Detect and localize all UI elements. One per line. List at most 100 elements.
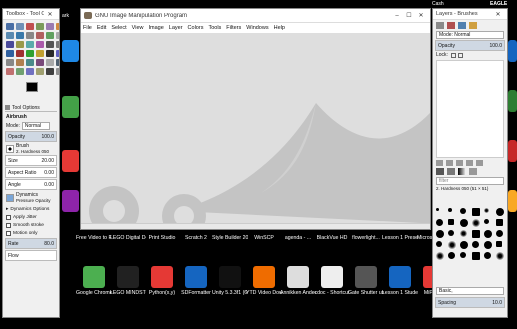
minimize-button[interactable]: – — [391, 13, 403, 19]
desktop-icon[interactable] — [508, 90, 517, 112]
opacity-slider[interactable]: Opacity 100.0 — [5, 131, 57, 142]
brush-swatch[interactable] — [460, 208, 466, 214]
brush-preview-icon[interactable] — [6, 144, 14, 153]
brush-swatch[interactable] — [436, 219, 443, 226]
brush-filter-input[interactable]: filter — [436, 177, 504, 185]
menu-file[interactable]: File — [83, 25, 92, 31]
tool-icon[interactable] — [26, 41, 34, 48]
tool-icon[interactable] — [36, 32, 44, 39]
tool-icon[interactable] — [16, 50, 24, 57]
delete-layer-icon[interactable] — [476, 160, 483, 166]
brush-swatch[interactable] — [448, 208, 452, 212]
brush-preset-select[interactable]: Basic, — [436, 287, 504, 295]
brush-swatch[interactable] — [448, 252, 455, 259]
brush-swatch[interactable] — [460, 241, 468, 249]
menu-layer[interactable]: Layer — [169, 25, 183, 31]
desktop-icon[interactable]: cdoc - Shortcut — [314, 266, 350, 308]
lock-alpha-icon[interactable] — [457, 52, 463, 58]
brush-swatch[interactable] — [472, 208, 480, 216]
desktop-icon[interactable] — [62, 40, 79, 62]
layer-opacity-slider[interactable]: Opacity 100.0 — [435, 40, 505, 51]
desktop-icon[interactable]: Python(x,y) — [144, 266, 180, 308]
brush-swatch[interactable] — [460, 230, 467, 237]
brush-swatch[interactable] — [484, 230, 492, 238]
desktop-top-label[interactable]: Cash — [432, 1, 444, 7]
desktop-icon[interactable]: Scratch 2 — [178, 233, 214, 253]
flow-slider[interactable]: Flow — [5, 250, 57, 261]
menu-edit[interactable]: Edit — [97, 25, 106, 31]
tool-icon[interactable] — [6, 50, 14, 57]
brush-swatch[interactable] — [496, 230, 503, 237]
brush-swatch[interactable] — [472, 219, 480, 227]
desktop-icon[interactable]: LEGO Digital Designer — [110, 233, 146, 253]
tool-icon[interactable] — [16, 59, 24, 66]
desktop-icon[interactable]: flowerlight... — [348, 233, 384, 253]
menu-select[interactable]: Select — [111, 25, 126, 31]
close-button[interactable]: ✕ — [415, 12, 427, 19]
tool-icon[interactable] — [46, 41, 54, 48]
desktop-icon[interactable] — [62, 96, 79, 118]
brush-swatch[interactable] — [484, 241, 492, 249]
raise-layer-icon[interactable] — [446, 160, 453, 166]
tool-icon[interactable] — [26, 59, 34, 66]
dynamics-icon[interactable] — [6, 193, 14, 202]
desktop-icon[interactable] — [508, 140, 517, 162]
tool-icon[interactable] — [56, 41, 59, 48]
tool-icon[interactable] — [26, 50, 34, 57]
desktop-icon[interactable]: Unity 5.3.3f1 (64-bit) — [212, 266, 248, 308]
layers-tab-icon[interactable] — [436, 22, 444, 29]
desktop-icon[interactable]: BlackVue HD — [314, 233, 350, 253]
brush-swatch[interactable] — [448, 219, 454, 225]
dynamics-options-expander[interactable]: ▸ Dynamics Options — [6, 205, 56, 213]
tool-icon[interactable] — [36, 68, 44, 75]
desktop-icon[interactable] — [508, 40, 517, 62]
desktop-icon[interactable]: Print Studio — [144, 233, 180, 253]
desktop-icon[interactable] — [62, 150, 79, 172]
motion-only-checkbox[interactable]: Motion only — [6, 229, 56, 237]
new-layer-icon[interactable] — [436, 160, 443, 166]
tool-icon[interactable] — [56, 32, 59, 39]
desktop-icon[interactable]: LEGO MINDSTOR... — [110, 266, 146, 308]
rate-slider[interactable]: Rate 80.0 — [5, 238, 57, 249]
desktop-icon[interactable] — [62, 190, 79, 212]
tool-icon[interactable] — [46, 23, 54, 30]
brush-swatch[interactable] — [448, 230, 454, 236]
lower-layer-icon[interactable] — [456, 160, 463, 166]
paths-tab-icon[interactable] — [458, 22, 466, 29]
tab-tool-options[interactable]: Tool Options — [5, 104, 57, 112]
tool-icon[interactable] — [46, 32, 54, 39]
undo-tab-icon[interactable] — [469, 22, 477, 29]
desktop-icon[interactable]: WinSCP — [246, 233, 282, 253]
menu-windows[interactable]: Windows — [246, 25, 268, 31]
brush-swatch[interactable] — [436, 230, 444, 238]
title-bar[interactable]: GNU Image Manipulation Program – ☐ ✕ — [81, 9, 430, 23]
tool-icon[interactable] — [26, 32, 34, 39]
close-icon[interactable]: ✕ — [492, 11, 504, 18]
tool-icon[interactable] — [6, 59, 14, 66]
brushes-tab-icon[interactable] — [436, 168, 444, 175]
brush-swatch[interactable] — [484, 208, 489, 213]
tool-icon[interactable] — [16, 68, 24, 75]
tool-icon[interactable] — [6, 23, 14, 30]
desktop-icon[interactable]: Lesson 1 Student ... — [382, 266, 418, 308]
aspect-ratio-slider[interactable]: Aspect Ratio 0.00 — [5, 167, 57, 178]
brush-swatch[interactable] — [496, 241, 502, 247]
fonts-tab-icon[interactable] — [469, 168, 477, 175]
desktop-top-label[interactable]: EAGLE — [490, 1, 507, 7]
tool-icon[interactable] — [36, 23, 44, 30]
patterns-tab-icon[interactable] — [447, 168, 455, 175]
close-icon[interactable]: ✕ — [44, 11, 56, 18]
tool-icon[interactable] — [46, 59, 54, 66]
tool-icon[interactable] — [56, 68, 59, 75]
brush-swatch[interactable] — [496, 219, 503, 226]
apply-jitter-checkbox[interactable]: Apply Jitter — [6, 213, 56, 221]
tool-icon[interactable] — [26, 68, 34, 75]
brush-swatch[interactable] — [436, 241, 442, 247]
lock-pixels-icon[interactable] — [450, 52, 456, 58]
gradients-tab-icon[interactable] — [458, 168, 466, 175]
layer-mode-select[interactable]: Mode: Normal — [436, 31, 504, 39]
brush-swatch[interactable] — [460, 252, 466, 258]
desktop-icon[interactable]: Google Chrome — [76, 266, 112, 308]
desktop-icon[interactable]: SDFormatter — [178, 266, 214, 308]
color-swatch[interactable] — [6, 80, 56, 102]
